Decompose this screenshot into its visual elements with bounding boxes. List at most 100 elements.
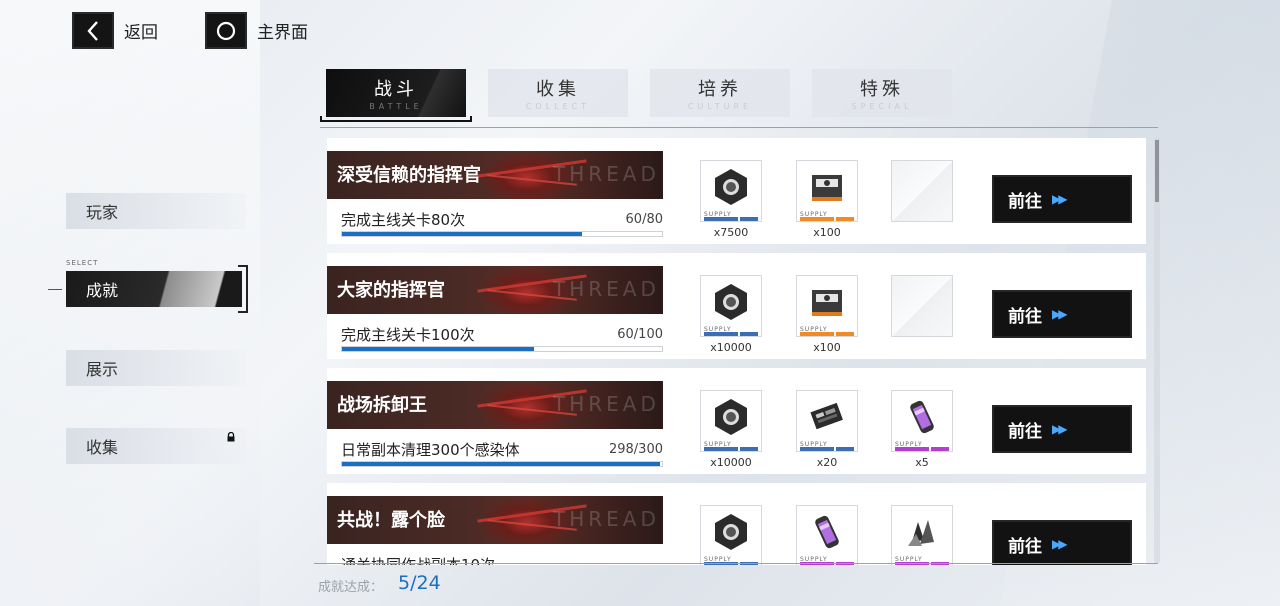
sidebar-item-player[interactable]: 玩家 xyxy=(66,193,246,229)
reward-qty: x20 xyxy=(816,456,838,469)
reward-item[interactable]: SUPPLY xyxy=(700,275,762,337)
sidebar-item-label: 展示 xyxy=(86,360,119,379)
progress-text: 60/100 xyxy=(617,327,663,342)
achievement-banner: THREAD 共战！露个脸 xyxy=(327,496,663,544)
achievement-task: 完成主线关卡100次 xyxy=(341,326,475,344)
go-button[interactable]: 前往 ▶▶ xyxy=(992,520,1132,565)
reward-qty: x100 xyxy=(813,341,841,354)
reward-item[interactable]: SUPPLY xyxy=(796,275,858,337)
go-button[interactable]: 前往 ▶▶ xyxy=(992,405,1132,453)
supply-crate-icon xyxy=(812,175,842,201)
banner-watermark: THREAD xyxy=(553,507,660,531)
double-arrow-icon: ▶▶ xyxy=(1052,307,1068,321)
achievement-task: 日常副本清理300个感染体 xyxy=(341,441,520,459)
selection-tick xyxy=(48,289,62,290)
reward-qty: x5 xyxy=(915,456,929,469)
achievement-banner: THREAD 大家的指挥官 xyxy=(327,266,663,314)
reward-item[interactable]: SUPPLY xyxy=(700,505,762,565)
reward-item[interactable]: SUPPLY xyxy=(796,505,858,565)
supply-crate-icon xyxy=(812,290,842,316)
double-arrow-icon: ▶▶ xyxy=(1052,537,1068,551)
achievement-count-value: 5/24 xyxy=(398,572,441,594)
crystal-cluster-icon xyxy=(908,520,934,546)
energy-capsule-icon xyxy=(815,515,839,549)
tab-label: 战斗 xyxy=(374,79,418,100)
tab-collect[interactable]: 收集 COLLECT xyxy=(488,69,628,117)
hex-nut-icon xyxy=(715,284,747,320)
achievement-title: 战场拆卸王 xyxy=(337,395,427,416)
reward-item[interactable]: SUPPLY xyxy=(796,390,858,452)
rarity-strip xyxy=(704,447,758,451)
sidebar-item-label: 收集 xyxy=(86,438,119,457)
achievement-card: THREAD 战场拆卸王 日常副本清理300个感染体 298/300 SUPPL… xyxy=(327,368,1146,474)
achievement-list[interactable]: THREAD 深受信赖的指挥官 完成主线关卡80次 60/80 SUPPLY x… xyxy=(320,127,1158,565)
reward-item[interactable]: SUPPLY xyxy=(700,390,762,452)
tab-label: 特殊 xyxy=(860,79,904,100)
achievement-card: THREAD 共战！露个脸 通关协同作战副本10次 SUPPLY SUPPLY … xyxy=(327,483,1146,565)
tab-selection-frame xyxy=(320,116,472,122)
tab-battle[interactable]: 战斗 BATTLE xyxy=(326,69,466,117)
rarity-strip xyxy=(800,447,854,451)
sidebar-item-showcase[interactable]: 展示 xyxy=(66,350,246,386)
home-label: 主界面 xyxy=(257,23,308,43)
reward-qty: x100 xyxy=(813,226,841,239)
reward-item[interactable]: SUPPLY xyxy=(891,505,953,565)
hex-nut-icon xyxy=(715,399,747,435)
progress-bar xyxy=(341,231,663,237)
reward-item[interactable]: SUPPLY xyxy=(891,390,953,452)
selection-bracket xyxy=(238,265,248,313)
rarity-strip xyxy=(704,217,758,221)
achievement-task: 完成主线关卡80次 xyxy=(341,211,466,229)
achievement-card: THREAD 大家的指挥官 完成主线关卡100次 60/100 SUPPLY x… xyxy=(327,253,1146,359)
go-label: 前往 xyxy=(1008,191,1042,212)
lock-icon xyxy=(227,432,235,442)
achievement-card: THREAD 深受信赖的指挥官 完成主线关卡80次 60/80 SUPPLY x… xyxy=(327,138,1146,244)
go-label: 前往 xyxy=(1008,421,1042,442)
sidebar-item-achievements[interactable]: 成就 xyxy=(66,271,242,307)
banner-watermark: THREAD xyxy=(553,277,660,301)
go-button[interactable]: 前往 ▶▶ xyxy=(992,290,1132,338)
double-arrow-icon: ▶▶ xyxy=(1052,422,1068,436)
achievement-banner: THREAD 深受信赖的指挥官 xyxy=(327,151,663,199)
achievement-title: 共战！露个脸 xyxy=(337,510,445,531)
scrollbar-thumb[interactable] xyxy=(1155,140,1159,202)
rarity-strip xyxy=(800,217,854,221)
tab-label: 培养 xyxy=(698,79,742,100)
tab-culture[interactable]: 培养 CULTURE xyxy=(650,69,790,117)
double-arrow-icon: ▶▶ xyxy=(1052,192,1068,206)
progress-bar xyxy=(341,461,663,467)
reward-slot-empty xyxy=(891,275,953,337)
back-label: 返回 xyxy=(124,23,158,43)
achievement-banner: THREAD 战场拆卸王 xyxy=(327,381,663,429)
progress-text: 298/300 xyxy=(608,442,663,457)
sidebar-item-collection[interactable]: 收集 xyxy=(66,428,246,464)
progress-text: 60/80 xyxy=(625,212,663,227)
hex-nut-icon xyxy=(715,514,747,550)
tab-label: 收集 xyxy=(536,79,580,100)
home-button[interactable]: 主界面 xyxy=(205,12,308,49)
achievement-title: 深受信赖的指挥官 xyxy=(337,165,481,186)
rarity-strip xyxy=(895,447,949,451)
energy-capsule-icon xyxy=(910,400,934,434)
back-button[interactable]: 返回 xyxy=(72,12,158,49)
tab-special[interactable]: 特殊 SPECIAL xyxy=(812,69,952,117)
reward-qty: x7500 xyxy=(713,226,749,239)
go-label: 前往 xyxy=(1008,536,1042,557)
memory-chip-icon xyxy=(810,402,843,430)
progress-bar xyxy=(341,346,663,352)
chevron-left-icon xyxy=(72,12,114,49)
banner-watermark: THREAD xyxy=(553,392,660,416)
rarity-strip xyxy=(704,332,758,336)
reward-qty: x10000 xyxy=(710,456,752,469)
sidebar-item-label: 成就 xyxy=(86,281,119,300)
banner-watermark: THREAD xyxy=(553,162,660,186)
reward-slot-empty xyxy=(891,160,953,222)
rarity-strip xyxy=(800,332,854,336)
achievement-count-label: 成就达成： xyxy=(318,580,384,595)
go-label: 前往 xyxy=(1008,306,1042,327)
reward-item[interactable]: SUPPLY xyxy=(796,160,858,222)
reward-item[interactable]: SUPPLY xyxy=(700,160,762,222)
tab-sublabel: COLLECT xyxy=(525,102,591,111)
go-button[interactable]: 前往 ▶▶ xyxy=(992,175,1132,223)
reward-qty: x10000 xyxy=(710,341,752,354)
